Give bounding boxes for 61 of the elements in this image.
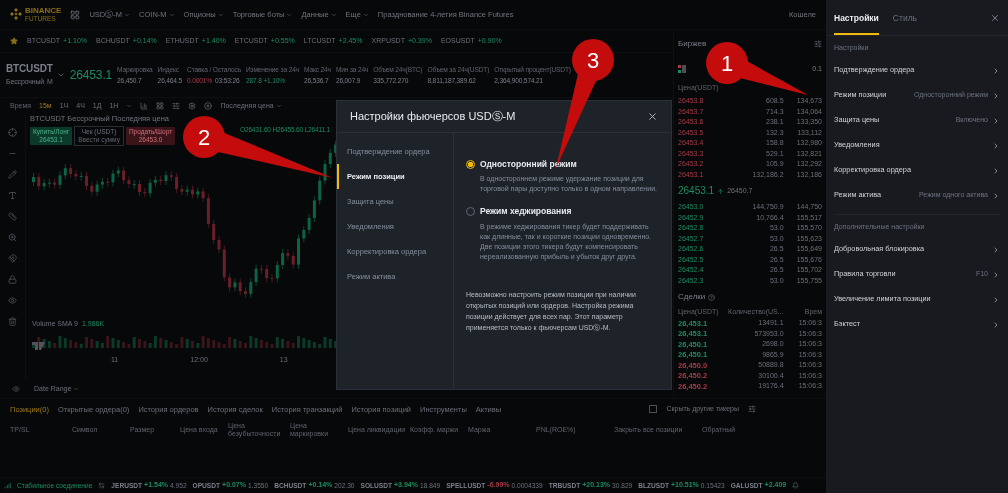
last-price: 26453.1 [69,67,113,83]
signal-icon [4,482,11,489]
chevron-right-icon[interactable] [992,295,1000,304]
option-title: Режим хеджирования [480,206,572,217]
bar-chart-icon[interactable] [140,102,149,110]
apps-grid-icon[interactable] [70,9,81,20]
sliders-icon[interactable] [814,40,822,48]
book-last-price: 26453.1 [678,185,715,197]
eye-icon[interactable] [8,296,17,305]
lock-icon[interactable] [8,275,17,284]
bell-icon[interactable] [792,482,800,489]
chevron-right-icon[interactable] [992,320,1000,329]
settings-icon[interactable] [188,102,197,110]
chevron-right-icon[interactable] [992,270,1000,279]
caret-icon[interactable] [275,103,282,109]
crosshair-icon[interactable] [8,128,17,137]
chevron-right-icon[interactable] [992,91,1000,100]
symbol-name[interactable]: BTCUSDT [6,63,53,76]
add-icon[interactable] [204,102,213,110]
caret-icon[interactable] [73,386,80,392]
order-book-title: Биржев [678,39,707,49]
hide-tickers-checkbox[interactable] [649,405,658,413]
grid-icon[interactable] [156,102,165,110]
up-arrow-icon [717,187,725,195]
close-icon[interactable] [990,12,1000,23]
ruler-icon[interactable] [8,212,17,221]
candlestick [32,172,35,187]
candlestick [138,179,141,197]
trades-title: Сделки [678,292,706,302]
close-icon[interactable] [647,111,658,122]
trash-icon[interactable] [8,317,17,326]
panel-tab[interactable]: Настройки [834,0,879,35]
sliders-icon[interactable] [748,405,756,413]
chevron-right-icon[interactable] [992,245,1000,254]
eye-icon[interactable] [12,385,20,393]
candlestick [85,171,88,191]
sliders-icon[interactable] [172,102,181,110]
star-icon[interactable] [10,37,18,45]
help-icon[interactable] [708,293,716,301]
book-view-icon[interactable] [678,65,686,73]
chevron-right-icon[interactable] [992,116,1000,125]
logo-text: BINANCE [25,5,62,16]
chevron-right-icon[interactable] [992,191,1000,200]
chevron-right-icon[interactable] [992,66,1000,75]
chevron-right-icon[interactable] [992,166,1000,175]
caret-icon[interactable] [56,71,65,79]
magnet-icon[interactable] [8,254,17,263]
panel-tab[interactable]: Стиль [892,0,918,35]
candlestick [191,185,194,199]
swap-icon[interactable] [98,482,106,489]
text-icon[interactable] [8,191,17,200]
radio-button[interactable] [466,159,475,169]
option-title: Односторонний режим [480,159,577,170]
pencil-icon[interactable] [8,170,17,179]
dialog-title: Настройки фьючерсов USDⓈ-M [350,109,516,124]
chevron-right-icon[interactable] [992,141,1000,150]
caret-icon[interactable] [126,103,133,109]
candlestick [244,286,247,299]
logo-icon [10,8,22,21]
candlestick [297,234,300,269]
zoom-in-icon[interactable] [8,233,17,242]
